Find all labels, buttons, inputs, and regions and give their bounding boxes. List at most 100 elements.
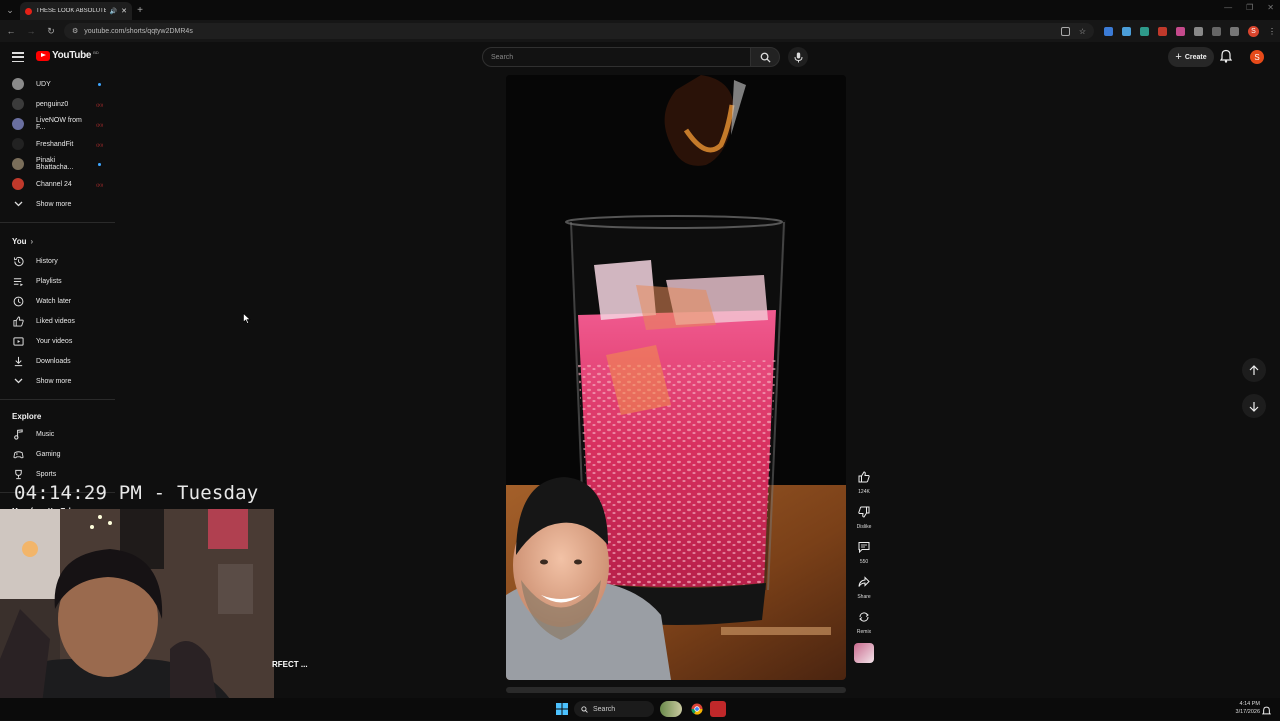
music-icon bbox=[12, 428, 24, 440]
subscription-item[interactable]: penguinz0 ((•)) bbox=[0, 94, 115, 114]
sidebar-item-liked-videos[interactable]: Liked videos bbox=[0, 311, 115, 331]
new-content-dot-icon bbox=[98, 82, 101, 86]
windows-start-icon[interactable] bbox=[556, 702, 568, 720]
watch-later-icon bbox=[12, 295, 24, 307]
sidebar-item-gaming[interactable]: Gaming bbox=[0, 444, 115, 464]
maximize-icon[interactable]: ❐ bbox=[1246, 3, 1253, 12]
system-clock[interactable]: 4:14 PM 3/17/2026 bbox=[1224, 700, 1260, 716]
video-progress-bar[interactable] bbox=[506, 687, 846, 693]
extension-icon[interactable] bbox=[1230, 26, 1239, 36]
webcam-overlay bbox=[0, 509, 274, 720]
minimize-icon[interactable]: — bbox=[1224, 3, 1232, 12]
like-button[interactable] bbox=[853, 466, 875, 488]
sidebar-item-downloads[interactable]: Downloads bbox=[0, 351, 115, 371]
extensions-puzzle-icon[interactable] bbox=[1212, 26, 1221, 36]
new-tab-icon[interactable]: + bbox=[132, 5, 148, 16]
guide-menu-icon[interactable] bbox=[12, 52, 24, 62]
streaming-app-icon[interactable] bbox=[710, 701, 726, 717]
notifications-button[interactable] bbox=[1219, 49, 1233, 68]
address-bar[interactable]: ⚙ youtube.com/shorts/qqtyw2DMR4s ☆ bbox=[64, 23, 1094, 39]
logo-country-code: BD bbox=[93, 50, 99, 55]
window-controls: — ❐ ✕ bbox=[1224, 3, 1274, 12]
notification-center-icon[interactable] bbox=[1261, 703, 1272, 721]
your-videos-icon bbox=[12, 335, 24, 347]
bell-icon bbox=[1219, 49, 1233, 63]
you-section-heading[interactable]: You › bbox=[0, 231, 115, 251]
system-time: 4:14 PM bbox=[1239, 701, 1260, 707]
chrome-icon[interactable] bbox=[689, 701, 705, 717]
you-items-list: History Playlists Watch later Liked videos Y… bbox=[0, 251, 115, 371]
search-input[interactable]: Search bbox=[482, 47, 752, 67]
remix-button[interactable] bbox=[853, 606, 875, 628]
address-bar-actions: ☆ bbox=[1060, 26, 1086, 36]
audio-icon[interactable]: 🔊 bbox=[110, 8, 117, 15]
sidebar-divider bbox=[0, 222, 115, 223]
sidebar-item-watch-later[interactable]: Watch later bbox=[0, 291, 115, 311]
shorts-video-player[interactable] bbox=[506, 75, 846, 680]
sidebar-item-playlists[interactable]: Playlists bbox=[0, 271, 115, 291]
profile-avatar[interactable]: S bbox=[1248, 25, 1259, 37]
channel-name: Channel 24 bbox=[36, 180, 72, 188]
back-icon[interactable]: ← bbox=[4, 26, 18, 36]
search-button[interactable] bbox=[750, 47, 780, 67]
extension-icon[interactable] bbox=[1122, 26, 1131, 36]
downloads-icon bbox=[12, 355, 24, 367]
browser-menu-icon[interactable]: ⋮ bbox=[1268, 27, 1276, 36]
site-info-icon[interactable]: ⚙ bbox=[72, 27, 78, 35]
extension-icon[interactable] bbox=[1194, 26, 1203, 36]
create-button[interactable]: + Create bbox=[1168, 47, 1214, 67]
subscription-item[interactable]: Pinaki Bhattacha... bbox=[0, 154, 115, 174]
extension-icon[interactable] bbox=[1140, 26, 1149, 36]
sports-icon bbox=[12, 468, 24, 480]
bookmark-star-icon[interactable]: ☆ bbox=[1079, 27, 1086, 36]
tab-search-icon[interactable]: ⌄ bbox=[0, 0, 20, 20]
live-indicator-icon: ((•)) bbox=[96, 141, 103, 147]
sidebar-item-label: Downloads bbox=[36, 357, 71, 365]
subscriptions-show-more[interactable]: Show more bbox=[0, 194, 115, 214]
sidebar-item-music[interactable]: Music bbox=[0, 424, 115, 444]
extension-icon[interactable] bbox=[1104, 26, 1113, 36]
logo-text: YouTube bbox=[52, 50, 92, 61]
forward-icon[interactable]: → bbox=[24, 26, 38, 36]
you-show-more[interactable]: Show more bbox=[0, 371, 115, 391]
reload-icon[interactable]: ↻ bbox=[44, 26, 58, 37]
remix-action: Remix bbox=[853, 606, 875, 636]
channel-avatar bbox=[12, 118, 24, 130]
sidebar-item-sports[interactable]: Sports bbox=[0, 464, 115, 484]
youtube-play-logo-icon bbox=[36, 50, 50, 61]
live-indicator-icon: ((•)) bbox=[96, 101, 103, 107]
browser-tab[interactable]: THESE LOOK ABSOLUTELY ... 🔊 ✕ bbox=[20, 2, 132, 20]
extension-icon[interactable] bbox=[1176, 26, 1185, 36]
youtube-logo[interactable]: YouTube BD bbox=[36, 50, 99, 61]
sidebar-item-your-videos[interactable]: Your videos bbox=[0, 331, 115, 351]
sound-thumbnail[interactable] bbox=[854, 643, 874, 663]
previous-video-button[interactable] bbox=[1242, 358, 1266, 382]
remix-label: Remix bbox=[856, 629, 872, 635]
widget-icon[interactable] bbox=[660, 701, 682, 717]
extension-icon[interactable] bbox=[1158, 26, 1167, 36]
tab-close-icon[interactable]: ✕ bbox=[121, 7, 127, 15]
voice-search-button[interactable] bbox=[788, 47, 808, 67]
channel-name: LiveNOW from F... bbox=[36, 117, 82, 131]
gaming-icon bbox=[12, 448, 24, 460]
dislike-button[interactable] bbox=[853, 501, 875, 523]
close-window-icon[interactable]: ✕ bbox=[1267, 3, 1274, 12]
stream-clock-overlay: 04:14:29 PM - Tuesday bbox=[14, 482, 259, 504]
subscription-item[interactable]: LiveNOW from F... ((•)) bbox=[0, 114, 115, 134]
account-avatar[interactable]: S bbox=[1250, 50, 1264, 64]
subscription-item[interactable]: UDY bbox=[0, 74, 115, 94]
taskbar-search[interactable]: Search bbox=[574, 701, 654, 717]
subscription-item[interactable]: Channel 24 ((•)) bbox=[0, 174, 115, 194]
cast-icon[interactable] bbox=[1060, 26, 1070, 36]
next-video-button[interactable] bbox=[1242, 394, 1266, 418]
share-button[interactable] bbox=[853, 571, 875, 593]
sidebar-item-history[interactable]: History bbox=[0, 251, 115, 271]
channel-avatar bbox=[12, 138, 24, 150]
subscription-item[interactable]: FreshandFit ((•)) bbox=[0, 134, 115, 154]
comments-button[interactable] bbox=[853, 536, 875, 558]
sidebar-item-label: Watch later bbox=[36, 297, 72, 305]
you-heading-label: You bbox=[12, 236, 27, 246]
channel-name: UDY bbox=[36, 80, 51, 88]
share-label: Share bbox=[857, 594, 871, 600]
show-more-label: Show more bbox=[36, 377, 72, 385]
